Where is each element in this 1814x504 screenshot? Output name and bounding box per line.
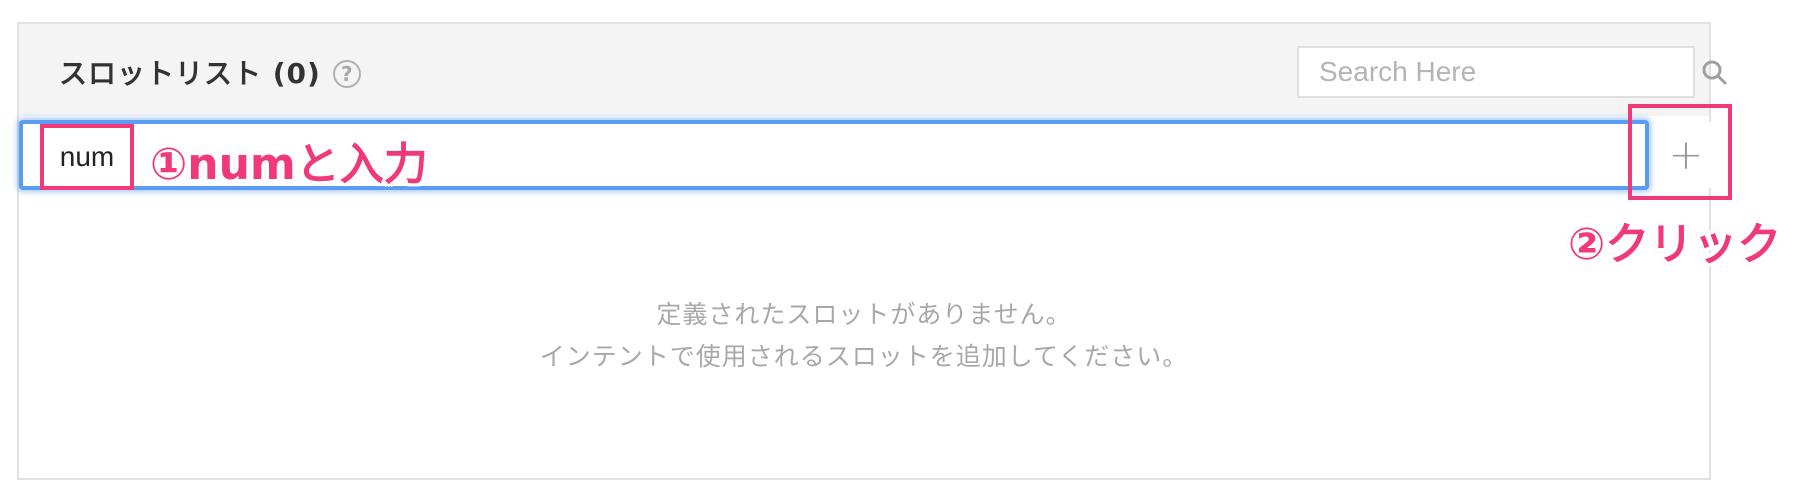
panel-title-group: スロットリスト (0) ? bbox=[59, 52, 361, 92]
slot-list-panel: スロットリスト (0) ? + 定義されたスロットがありません。 インテントで使… bbox=[17, 22, 1727, 480]
search-icon[interactable] bbox=[1700, 52, 1728, 92]
annotation-step1: ①numと入力 bbox=[150, 139, 428, 190]
screenshot-stage: スロットリスト (0) ? + 定義されたスロットがありません。 インテントで使… bbox=[0, 0, 1814, 504]
empty-state-message: 定義されたスロットがありません。 インテントで使用されるスロットを追加してくださ… bbox=[19, 294, 1709, 378]
typed-value-highlight: num bbox=[40, 124, 134, 190]
empty-message-line1: 定義されたスロットがありません。 bbox=[656, 300, 1072, 329]
add-button-highlight bbox=[1628, 104, 1732, 200]
search-box bbox=[1297, 46, 1727, 98]
panel-title: スロットリスト (0) bbox=[59, 57, 321, 90]
slot-input-typed-value: num bbox=[59, 141, 115, 172]
empty-message-line2: インテントで使用されるスロットを追加してください。 bbox=[539, 342, 1189, 371]
search-input[interactable] bbox=[1299, 48, 1700, 96]
question-circle-icon[interactable]: ? bbox=[332, 60, 361, 88]
panel-header: スロットリスト (0) ? bbox=[19, 24, 1727, 116]
annotation-step2: ②クリック bbox=[1568, 219, 1782, 270]
